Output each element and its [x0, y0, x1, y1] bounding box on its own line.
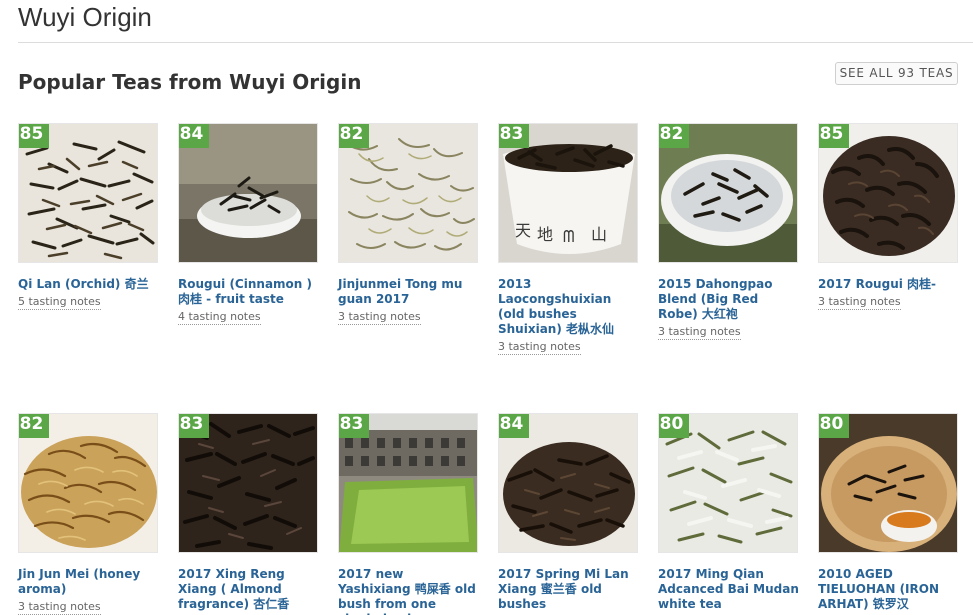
svg-text:地: 地 — [537, 225, 553, 244]
tea-name-link[interactable]: 2017 Spring Mi Lan Xiang 蜜兰香 old bushes — [498, 567, 640, 612]
tea-card: 82 2015 Dahongpao Blend (Big Red Robe) 大… — [658, 123, 800, 340]
score-badge: 82 — [659, 124, 689, 148]
tasting-notes-link[interactable]: 5 tasting notes — [18, 294, 101, 310]
score-badge: 80 — [819, 414, 849, 438]
svg-text:山: 山 — [591, 225, 607, 244]
tea-card: 85 2017 Rougui 肉桂- 3 tasting notes — [818, 123, 960, 310]
tea-name-link[interactable]: 2017 new Yashixiang 鸭屎香 old bush from on… — [338, 567, 480, 615]
tea-card: 84 Rougui (Cinnamon ) 肉桂 - fruit taste 4… — [178, 123, 320, 325]
score-badge: 82 — [339, 124, 369, 148]
tasting-notes-link[interactable]: 3 tasting notes — [338, 309, 421, 325]
tea-name-link[interactable]: 2017 Ming Qian Adcanced Bai Mudan white … — [658, 567, 800, 612]
tea-name-link[interactable]: 2017 Xing Reng Xiang ( Almond fragrance)… — [178, 567, 320, 612]
tea-image[interactable]: 83 — [338, 413, 478, 553]
score-badge: 82 — [19, 414, 49, 438]
svg-text:天: 天 — [515, 221, 531, 240]
score-badge: 84 — [499, 414, 529, 438]
tea-image[interactable]: 80 — [658, 413, 798, 553]
score-badge: 85 — [19, 124, 49, 148]
tasting-notes-link[interactable]: 3 tasting notes — [18, 599, 101, 615]
tea-grid: 85 Qi Lan (Orchid) 奇兰 5 tasting notes 84… — [0, 0, 973, 615]
tasting-notes-link[interactable]: 3 tasting notes — [658, 324, 741, 340]
tea-name-link[interactable]: 2017 Rougui 肉桂- — [818, 277, 960, 292]
score-badge: 84 — [179, 124, 209, 148]
tea-image[interactable]: 85 — [18, 123, 158, 263]
tasting-notes-link[interactable]: 4 tasting notes — [178, 309, 261, 325]
score-badge: 83 — [339, 414, 369, 438]
tea-image[interactable]: 82 — [658, 123, 798, 263]
score-badge: 83 — [179, 414, 209, 438]
tasting-notes-link[interactable]: 3 tasting notes — [818, 294, 901, 310]
tea-image[interactable]: 80 — [818, 413, 958, 553]
tea-card: 82 Jin Jun Mei (honey aroma) 3 tasting n… — [18, 413, 160, 615]
tasting-notes-link[interactable]: 3 tasting notes — [498, 339, 581, 355]
tea-image[interactable]: 82 — [338, 123, 478, 263]
score-badge: 83 — [499, 124, 529, 148]
tea-card: 82 Jinjunmei Tong mu guan 2017 3 tasting… — [338, 123, 480, 325]
tea-image[interactable]: 83 — [178, 413, 318, 553]
tea-image[interactable]: 天地ᗰ山 83 — [498, 123, 638, 263]
tea-name-link[interactable]: 2015 Dahongpao Blend (Big Red Robe) 大红袍 — [658, 277, 800, 322]
tea-card: 83 2017 Xing Reng Xiang ( Almond fragran… — [178, 413, 320, 612]
tea-name-link[interactable]: Qi Lan (Orchid) 奇兰 — [18, 277, 160, 292]
tea-card: 80 2017 Ming Qian Adcanced Bai Mudan whi… — [658, 413, 800, 612]
tea-image[interactable]: 84 — [178, 123, 318, 263]
score-badge: 80 — [659, 414, 689, 438]
tea-card: 84 2017 Spring Mi Lan Xiang 蜜兰香 old bush… — [498, 413, 640, 612]
tea-name-link[interactable]: Jin Jun Mei (honey aroma) — [18, 567, 160, 597]
score-badge: 85 — [819, 124, 849, 148]
tea-card: 83 2017 new Yashixiang 鸭屎香 old bush from… — [338, 413, 480, 615]
tea-image[interactable]: 85 — [818, 123, 958, 263]
tea-image[interactable]: 84 — [498, 413, 638, 553]
tea-name-link[interactable]: 2010 AGED TIELUOHAN (IRON ARHAT) 铁罗汉 — [818, 567, 960, 612]
tea-name-link[interactable]: Rougui (Cinnamon ) 肉桂 - fruit taste — [178, 277, 320, 307]
tea-card: 天地ᗰ山 83 2013 Laocongshuixian (old bushes… — [498, 123, 640, 355]
tea-card: 85 Qi Lan (Orchid) 奇兰 5 tasting notes — [18, 123, 160, 310]
tea-card: 80 2010 AGED TIELUOHAN (IRON ARHAT) 铁罗汉 — [818, 413, 960, 612]
tea-name-link[interactable]: 2013 Laocongshuixian (old bushes Shuixia… — [498, 277, 640, 337]
tea-name-link[interactable]: Jinjunmei Tong mu guan 2017 — [338, 277, 480, 307]
tea-image[interactable]: 82 — [18, 413, 158, 553]
svg-text:ᗰ: ᗰ — [563, 227, 575, 246]
